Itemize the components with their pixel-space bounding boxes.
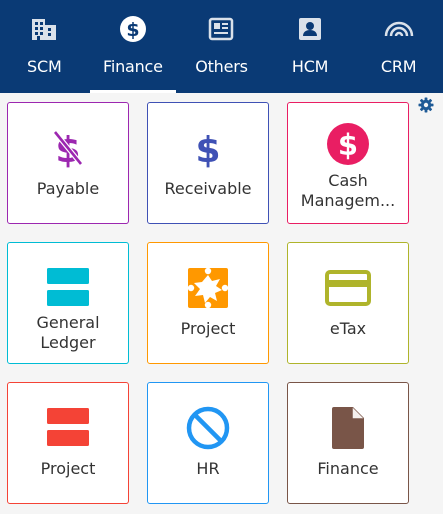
tile-label-line: General (36, 313, 100, 332)
dollar-strikethrough-icon: $ (50, 125, 86, 171)
puzzle-piece-icon (187, 265, 229, 311)
tile-label: eTax (329, 319, 367, 338)
tile-label-line: Ledger (40, 333, 96, 352)
tile-finance[interactable]: Finance (287, 382, 409, 504)
tile-project[interactable]: Project (147, 242, 269, 364)
tile-label: Project (180, 319, 236, 338)
dollar-circle-icon: $ (326, 121, 370, 167)
tile-cash-management[interactable]: $ Cash Managem... (287, 102, 409, 224)
tile-project-2[interactable]: Project (7, 382, 129, 504)
document-icon (330, 405, 366, 451)
prohibited-icon (186, 405, 230, 451)
tile-label: Finance (317, 459, 379, 478)
credit-card-icon (325, 265, 371, 311)
two-bars-icon (46, 265, 90, 311)
two-bars-icon (46, 405, 90, 451)
tile-label: Receivable (164, 179, 252, 198)
svg-text:$: $ (195, 130, 220, 168)
tile-receivable[interactable]: $ Receivable (147, 102, 269, 224)
tile-label: Cash Managem... (292, 171, 404, 211)
tile-etax[interactable]: eTax (287, 242, 409, 364)
app-tile-grid: $ Payable $ Receivable $ Cash Managem... (0, 0, 443, 514)
tile-label-line: Cash (328, 171, 368, 190)
dollar-icon: $ (190, 125, 226, 171)
tile-general-ledger[interactable]: General Ledger (7, 242, 129, 364)
svg-text:$: $ (338, 128, 358, 162)
tile-label: Payable (36, 179, 100, 198)
tile-hr[interactable]: HR (147, 382, 269, 504)
tile-label: General Ledger (12, 313, 124, 353)
tile-label: HR (196, 459, 220, 478)
tile-label-line: Managem... (300, 191, 396, 210)
tile-label: Project (40, 459, 96, 478)
tile-payable[interactable]: $ Payable (7, 102, 129, 224)
